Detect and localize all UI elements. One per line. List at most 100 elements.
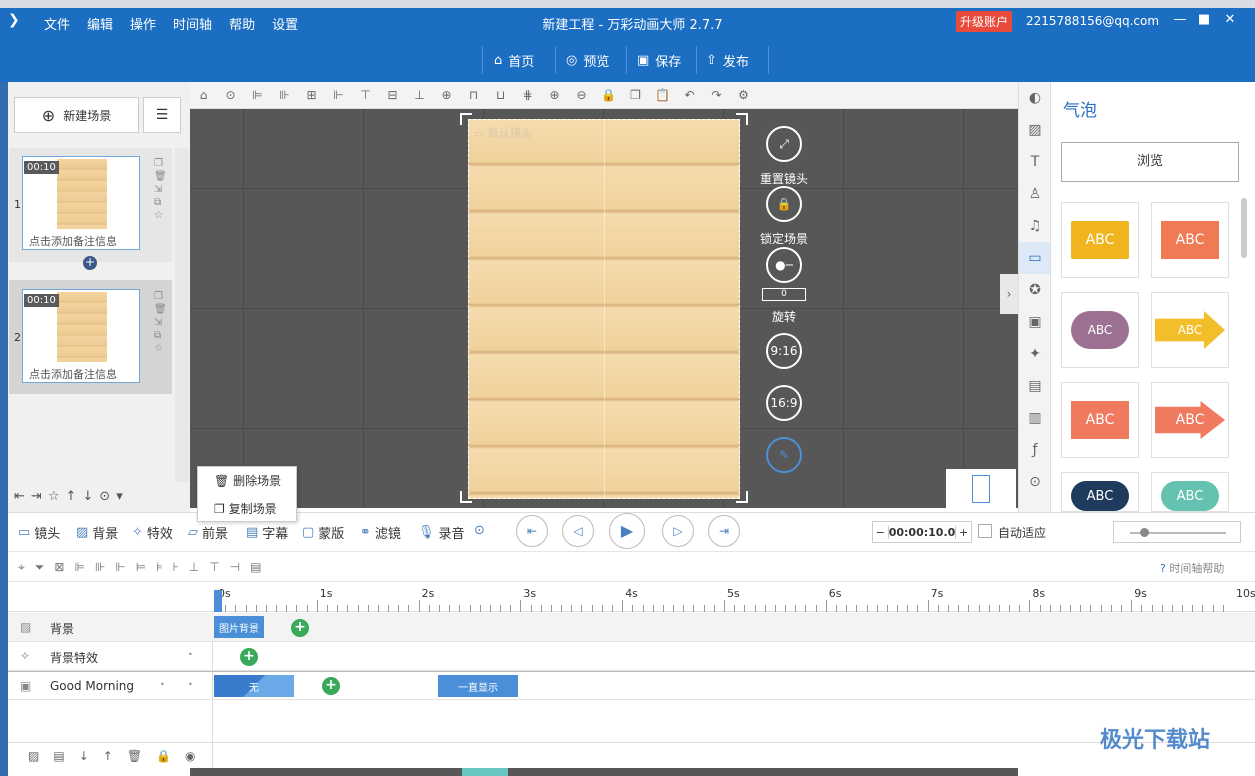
account-email[interactable]: 2215788156@qq.com — [1026, 14, 1159, 28]
stage-canvas[interactable]: ▭ 默认镜头 ︿ — [190, 109, 1018, 508]
bubble-item[interactable]: ABC — [1151, 382, 1229, 458]
next-frame-button[interactable]: ▷ — [662, 515, 694, 547]
tab-filter[interactable]: ⚭ 滤镜 — [360, 523, 401, 542]
track-element[interactable]: ▣ Good Morning • • — [8, 671, 1255, 700]
more-icon[interactable]: ⊙ — [99, 489, 110, 504]
document-icon[interactable]: ▤ — [250, 560, 261, 574]
add-effect-icon[interactable]: + — [240, 648, 258, 666]
favorite-icon[interactable]: ☆ — [48, 489, 60, 504]
align-icon[interactable]: ⊤ — [209, 560, 219, 574]
align-bottom-icon[interactable]: ⊥ — [406, 88, 433, 102]
scene-note[interactable]: 点击添加备注信息 — [29, 366, 135, 382]
play-button[interactable]: ▶ — [609, 513, 645, 549]
magic-icon[interactable]: ✦ — [1019, 338, 1051, 370]
playhead[interactable] — [214, 590, 222, 612]
align-icon[interactable]: ⊧ — [156, 560, 162, 574]
panel-expand-icon[interactable]: › — [1000, 274, 1018, 314]
rotate-dial[interactable]: ●─ — [766, 247, 802, 283]
add-scene-icon[interactable]: + — [83, 256, 97, 270]
publish-button[interactable]: ⇧ 发布 — [706, 48, 749, 72]
expand-icon[interactable]: ▾ — [116, 489, 123, 504]
minimize-icon[interactable]: — — [1172, 12, 1188, 27]
tab-foreground[interactable]: ▱ 前景 — [188, 523, 228, 542]
move-up-icon[interactable]: ↑ — [103, 749, 113, 763]
close-icon[interactable]: ✕ — [1222, 12, 1238, 27]
shape-icon[interactable]: ◐ — [1019, 82, 1051, 114]
zoom-slider-handle[interactable] — [1140, 528, 1149, 537]
bubble-item[interactable]: ABC — [1151, 472, 1229, 512]
music-icon[interactable]: ♫ — [1019, 210, 1051, 242]
bubble-item[interactable]: ABC — [1061, 472, 1139, 512]
tab-background[interactable]: ▨ 背景 — [76, 523, 118, 542]
align-icon[interactable]: ⊪ — [95, 560, 105, 574]
copy-icon[interactable]: ❐ — [154, 158, 167, 169]
clip-enter-animation[interactable]: 无 — [214, 675, 294, 697]
scene-note[interactable]: 点击添加备注信息 — [29, 233, 135, 249]
add-clip-icon[interactable]: + — [291, 619, 309, 637]
import-icon[interactable]: ⇤ — [14, 489, 25, 504]
delete-scene-menu-item[interactable]: 🗑 删除场景 — [198, 467, 296, 495]
move-up-icon[interactable]: ↑ — [65, 489, 76, 504]
align-middle-icon[interactable]: ⊟ — [379, 88, 406, 102]
image-icon[interactable]: ▨ — [1019, 114, 1051, 146]
settings-icon[interactable]: ⚙ — [730, 88, 757, 102]
more-options-icon[interactable]: ⊙ — [217, 88, 244, 102]
lock-icon[interactable]: 🔒 — [595, 88, 622, 102]
sticker-icon[interactable]: ✪ — [1019, 274, 1051, 306]
text-icon[interactable]: T — [1019, 146, 1051, 178]
minimap[interactable] — [946, 469, 1016, 508]
folder-icon[interactable]: ▤ — [53, 749, 64, 763]
increase-icon[interactable]: + — [955, 525, 971, 539]
export-icon[interactable]: ⇲ — [154, 184, 167, 195]
home-view-icon[interactable]: ⌂ — [190, 88, 217, 102]
ratio-9-16-button[interactable]: 9:16 — [766, 333, 802, 369]
star-icon[interactable]: ☆ — [154, 343, 167, 354]
center-h-icon[interactable]: ⊕ — [433, 88, 460, 102]
collapse-chevron-icon[interactable]: ︿ — [570, 499, 598, 508]
align-icon[interactable]: ⊩ — [115, 560, 125, 574]
align-icon[interactable]: ⊨ — [136, 560, 146, 574]
bubble-item[interactable]: ABC — [1151, 292, 1229, 368]
first-frame-button[interactable]: ⇤ — [516, 515, 548, 547]
upgrade-button[interactable]: 升级账户 — [956, 11, 1013, 32]
home-button[interactable]: ⌂ 首页 — [494, 48, 534, 72]
export-scene-icon[interactable]: ⇥ — [31, 489, 42, 504]
tab-camera[interactable]: ▭ 镜头 — [18, 523, 60, 542]
panel-scrollbar[interactable] — [1241, 198, 1247, 258]
reset-camera-button[interactable]: ⤢ — [766, 126, 802, 162]
add-animation-icon[interactable]: + — [322, 677, 340, 695]
more-icon[interactable]: ⊙ — [1019, 466, 1051, 498]
top-edge-icon[interactable]: ⊓ — [460, 88, 487, 102]
tab-more[interactable]: ⊙ — [474, 523, 485, 538]
timeline-help[interactable]: ? 时间轴帮助 — [1160, 560, 1224, 576]
track-background[interactable]: ▨ 背景 — [8, 613, 1255, 642]
move-down-icon[interactable]: ↓ — [79, 749, 89, 763]
bubble-item[interactable]: ABC — [1151, 202, 1229, 278]
rotation-input[interactable]: 0 — [762, 288, 806, 301]
duplicate-icon[interactable]: ⧉ — [154, 330, 167, 341]
bubble-icon[interactable]: ▭ — [1019, 242, 1051, 274]
duplicate-icon[interactable]: ⧉ — [154, 197, 167, 208]
align-right-icon[interactable]: ⊩ — [325, 88, 352, 102]
save-button[interactable]: ▣ 保存 — [637, 48, 681, 72]
tab-effects[interactable]: ✧ 特效 — [132, 523, 173, 542]
bubble-item[interactable]: ABC — [1061, 202, 1139, 278]
undo-icon[interactable]: ↶ — [676, 88, 703, 102]
lock-scene-button[interactable]: 🔒 — [766, 186, 802, 222]
add-folder-icon[interactable]: ▨ — [28, 749, 39, 763]
film-icon[interactable]: ▥ — [1019, 402, 1051, 434]
move-down-icon[interactable]: ↓ — [82, 489, 93, 504]
filter-funnel-icon[interactable]: ⏷ — [35, 560, 45, 575]
time-stepper[interactable]: − 00:00:10.0 + — [872, 521, 972, 543]
lock-icon[interactable]: 🔒 — [156, 749, 171, 763]
copy-scene-menu-item[interactable]: ❐ 复制场景 — [198, 495, 296, 523]
character-icon[interactable]: ♙ — [1019, 178, 1051, 210]
preview-button[interactable]: ◎ 预览 — [566, 48, 609, 72]
align-center-icon[interactable]: ⊪ — [271, 88, 298, 102]
zoom-out-icon[interactable]: ⊖ — [568, 88, 595, 102]
tab-subtitle[interactable]: ▤ 字幕 — [246, 523, 288, 542]
scene-thumbnail[interactable]: 00:10 点击添加备注信息 — [22, 289, 140, 383]
paste-icon[interactable]: 📋 — [649, 88, 676, 102]
decrease-icon[interactable]: − — [873, 525, 889, 539]
copy-icon[interactable]: ❐ — [154, 291, 167, 302]
